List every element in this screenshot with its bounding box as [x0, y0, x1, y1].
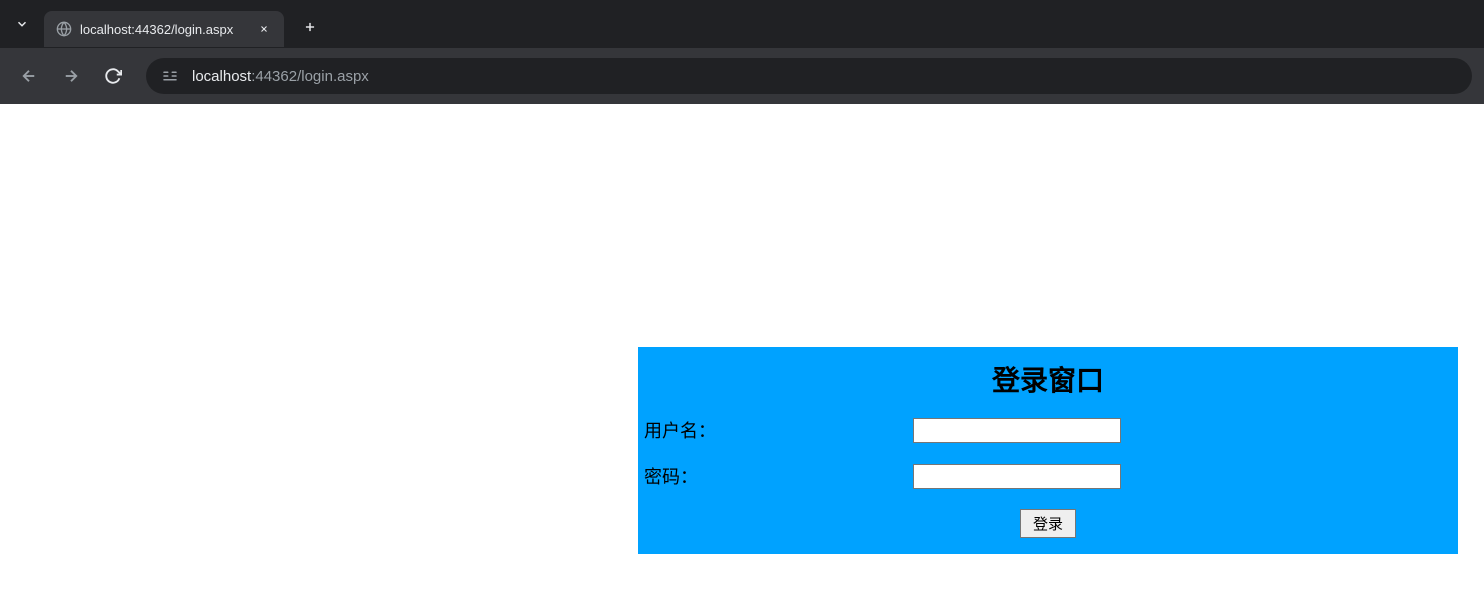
login-title: 登录窗口 [638, 359, 1458, 399]
login-button[interactable]: 登录 [1020, 509, 1076, 538]
login-panel: 登录窗口 用户名： 密码： 登录 [638, 347, 1458, 554]
browser-chrome: localhost:44362/login.aspx localhost:443… [0, 0, 1484, 104]
site-info-icon[interactable] [160, 66, 180, 86]
browser-tab[interactable]: localhost:44362/login.aspx [44, 11, 284, 47]
address-bar[interactable]: localhost:44362/login.aspx [146, 58, 1472, 94]
url-text: localhost:44362/login.aspx [192, 68, 1458, 85]
tab-search-button[interactable] [8, 10, 36, 38]
page-content: 登录窗口 用户名： 密码： 登录 [0, 104, 1484, 601]
back-button[interactable] [12, 59, 46, 93]
tab-title: localhost:44362/login.aspx [80, 22, 248, 37]
tab-bar: localhost:44362/login.aspx [0, 0, 1484, 48]
url-host: localhost [192, 68, 251, 85]
new-tab-button[interactable] [296, 13, 324, 41]
browser-toolbar: localhost:44362/login.aspx [0, 48, 1484, 104]
password-label: 密码： [638, 463, 913, 489]
username-row: 用户名： [638, 417, 1458, 443]
password-input[interactable] [913, 464, 1121, 489]
password-row: 密码： [638, 463, 1458, 489]
username-label: 用户名： [638, 417, 913, 443]
url-path: :44362/login.aspx [251, 68, 369, 85]
login-button-row: 登录 [638, 509, 1458, 538]
username-input[interactable] [913, 418, 1121, 443]
globe-icon [56, 21, 72, 37]
reload-button[interactable] [96, 59, 130, 93]
close-tab-button[interactable] [256, 21, 272, 37]
forward-button[interactable] [54, 59, 88, 93]
